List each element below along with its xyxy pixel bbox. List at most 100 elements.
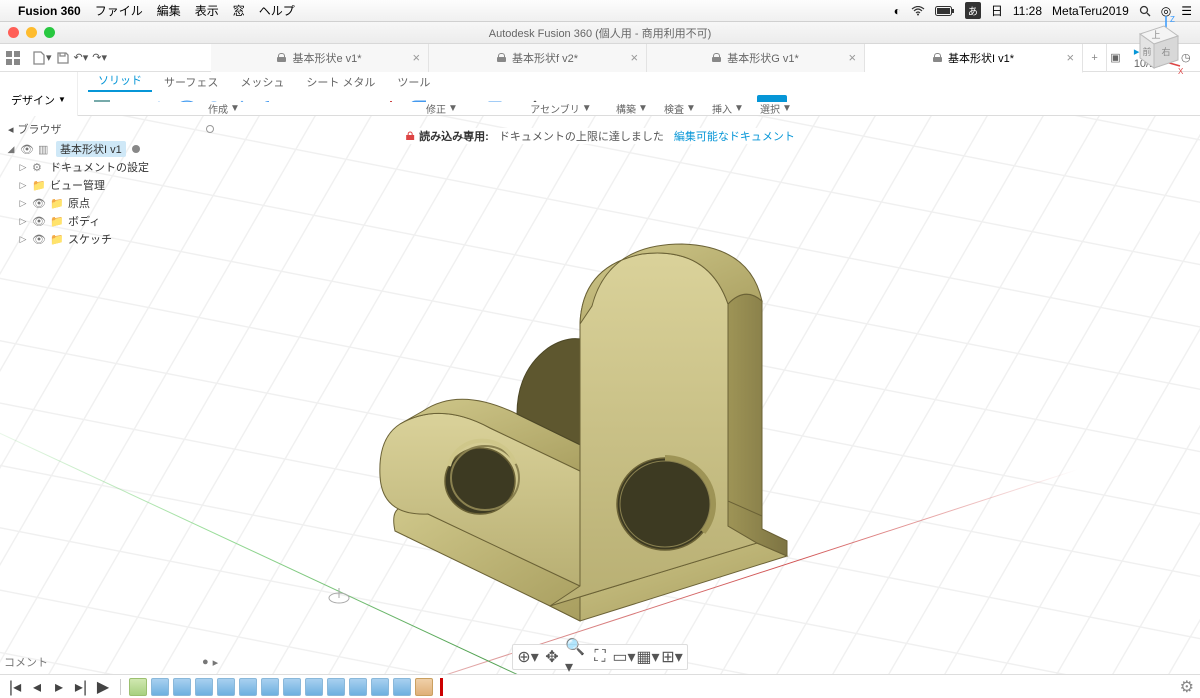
model-3d[interactable]: [330, 206, 850, 678]
feature-sketch[interactable]: [129, 678, 147, 696]
lock-icon: [277, 53, 286, 62]
feature-extrude[interactable]: [283, 678, 301, 696]
nav-toolbar: ⊕▾ ✥ 🔍▾ ⛶ ▭▾ ▦▾ ⊞▾: [512, 644, 688, 670]
timeline-play-icon[interactable]: ▶: [94, 678, 112, 696]
feature-extrude[interactable]: [217, 678, 235, 696]
headphones-icon[interactable]: ◐: [894, 4, 901, 18]
mac-menubar: Fusion 360 ファイル 編集 表示 窓 ヘルプ ◐ あ 日 11:28 …: [0, 0, 1200, 22]
orbit-icon[interactable]: ⊕▾: [517, 647, 539, 667]
app-name[interactable]: Fusion 360: [18, 4, 81, 18]
doc-tab-label: 基本形状e v1*: [292, 50, 361, 66]
data-panel-icon[interactable]: [6, 47, 20, 69]
group-label-inspect[interactable]: 検査▼: [656, 102, 704, 115]
tree-item-origin[interactable]: ▷👁📁原点: [6, 194, 214, 212]
save-icon[interactable]: [56, 47, 70, 69]
file-dropdown-icon[interactable]: ▾: [32, 47, 52, 69]
ribbon-tab-solid[interactable]: ソリッド: [88, 69, 152, 92]
close-tab-icon[interactable]: ×: [1066, 50, 1074, 65]
feature-extrude[interactable]: [173, 678, 191, 696]
display-icon[interactable]: ▦▾: [637, 647, 659, 667]
menu-edit[interactable]: 編集: [157, 2, 181, 19]
doc-tab-0[interactable]: 基本形状e v1* ×: [211, 44, 429, 72]
ribbon-tab-tools[interactable]: ツール: [387, 71, 440, 92]
menubar-day[interactable]: 日: [991, 2, 1003, 19]
pan-icon[interactable]: ✥: [541, 647, 563, 667]
group-label-construct[interactable]: 構築▼: [608, 102, 656, 115]
close-tab-icon[interactable]: ×: [848, 50, 856, 65]
tree-item-bodies[interactable]: ▷👁📁ボディ: [6, 212, 214, 230]
menu-file[interactable]: ファイル: [95, 2, 143, 19]
feature-extrude[interactable]: [195, 678, 213, 696]
ribbon-tab-mesh[interactable]: メッシュ: [230, 71, 294, 92]
timeline-end-icon[interactable]: ▸|: [72, 678, 90, 696]
viewport-layout-icon[interactable]: ⊞▾: [661, 647, 683, 667]
close-window-button[interactable]: [8, 27, 19, 38]
axis-x-label: X: [1178, 67, 1184, 76]
minimize-window-button[interactable]: [26, 27, 37, 38]
doc-tab-label: 基本形状G v1*: [727, 50, 799, 66]
fit-icon[interactable]: ⛶: [589, 647, 611, 667]
feature-extrude[interactable]: [371, 678, 389, 696]
menu-help[interactable]: ヘルプ: [259, 2, 295, 19]
window-title: Autodesk Fusion 360 (個人用 - 商用利用不可): [489, 25, 712, 41]
lookat-icon[interactable]: ▭▾: [613, 647, 635, 667]
group-label-select[interactable]: 選択▼: [752, 102, 800, 115]
comment-bar[interactable]: コメント●▸: [4, 654, 218, 670]
browser-options-icon[interactable]: [206, 125, 214, 133]
browser-panel: ◂ ブラウザ ◢👁▥基本形状I v1 ▷⚙ドキュメントの設定 ▷📁ビュー管理 ▷…: [4, 120, 218, 248]
radio-icon[interactable]: [132, 145, 140, 153]
tree-root[interactable]: ◢👁▥基本形状I v1: [6, 140, 214, 158]
tree-item-docsettings[interactable]: ▷⚙ドキュメントの設定: [6, 158, 214, 176]
tree-item-views[interactable]: ▷📁ビュー管理: [6, 176, 214, 194]
battery-icon[interactable]: [935, 6, 955, 16]
lock-icon: [497, 53, 506, 62]
timeline-start-icon[interactable]: |◂: [6, 678, 24, 696]
comment-expand-icon[interactable]: ●: [202, 656, 209, 668]
readonly-label: 読み込み専用:: [405, 128, 489, 144]
wifi-icon[interactable]: [911, 6, 925, 16]
group-label-modify[interactable]: 修正▼: [370, 102, 514, 115]
zoom-icon[interactable]: 🔍▾: [565, 647, 587, 667]
comment-chevron-icon[interactable]: ▸: [213, 656, 219, 669]
feature-extrude[interactable]: [327, 678, 345, 696]
new-tab-button[interactable]: +: [1083, 44, 1107, 72]
ribbon-tab-surface[interactable]: サーフェス: [154, 71, 228, 92]
doc-tab-2[interactable]: 基本形状G v1* ×: [647, 44, 865, 72]
quick-access-row: ▾ ↶▾ ↷▾ 基本形状e v1* × 基本形状f v2*× 基本形状G v1* ×…: [0, 44, 1200, 72]
maximize-window-button[interactable]: [44, 27, 55, 38]
timeline-next-icon[interactable]: ▸: [50, 678, 68, 696]
feature-fillet[interactable]: [415, 678, 433, 696]
feature-extrude[interactable]: [261, 678, 279, 696]
timeline-marker[interactable]: [440, 678, 443, 696]
feature-extrude[interactable]: [239, 678, 257, 696]
doc-tab-1[interactable]: 基本形状f v2*×: [429, 44, 647, 72]
menu-window[interactable]: 窓: [233, 2, 245, 19]
group-label-create[interactable]: 作成▼: [78, 102, 370, 115]
ribbon-tab-sheetmetal[interactable]: シート メタル: [296, 71, 385, 92]
undo-icon[interactable]: ↶▾: [74, 47, 89, 69]
window-titlebar: Autodesk Fusion 360 (個人用 - 商用利用不可): [0, 22, 1200, 44]
menu-view[interactable]: 表示: [195, 2, 219, 19]
tree-item-sketches[interactable]: ▷👁📁スケッチ: [6, 230, 214, 248]
doc-tab-3[interactable]: 基本形状I v1*×: [865, 44, 1083, 73]
close-tab-icon[interactable]: ×: [412, 50, 420, 65]
feature-extrude[interactable]: [305, 678, 323, 696]
feature-extrude[interactable]: [151, 678, 169, 696]
origin-gizmo: [325, 586, 353, 610]
menubar-user[interactable]: MetaTeru2019: [1052, 4, 1129, 18]
readonly-link[interactable]: 編集可能なドキュメント: [674, 128, 795, 144]
browser-collapse-icon[interactable]: ◂: [8, 123, 14, 136]
svg-text:前: 前: [1142, 46, 1151, 57]
group-label-assembly[interactable]: アセンブリ▼: [514, 102, 608, 115]
feature-extrude[interactable]: [349, 678, 367, 696]
viewcube[interactable]: Z X 上 前 右: [1120, 14, 1184, 78]
ime-icon[interactable]: あ: [965, 2, 981, 19]
timeline-prev-icon[interactable]: ◂: [28, 678, 46, 696]
timeline-settings-icon[interactable]: ⚙: [1180, 677, 1194, 697]
feature-extrude[interactable]: [393, 678, 411, 696]
menubar-time[interactable]: 11:28: [1013, 4, 1042, 18]
timeline: |◂ ◂ ▸ ▸| ▶ ⚙: [0, 674, 1200, 698]
redo-icon[interactable]: ↷▾: [92, 47, 107, 69]
close-tab-icon[interactable]: ×: [630, 50, 638, 65]
group-label-insert[interactable]: 挿入▼: [704, 102, 752, 115]
